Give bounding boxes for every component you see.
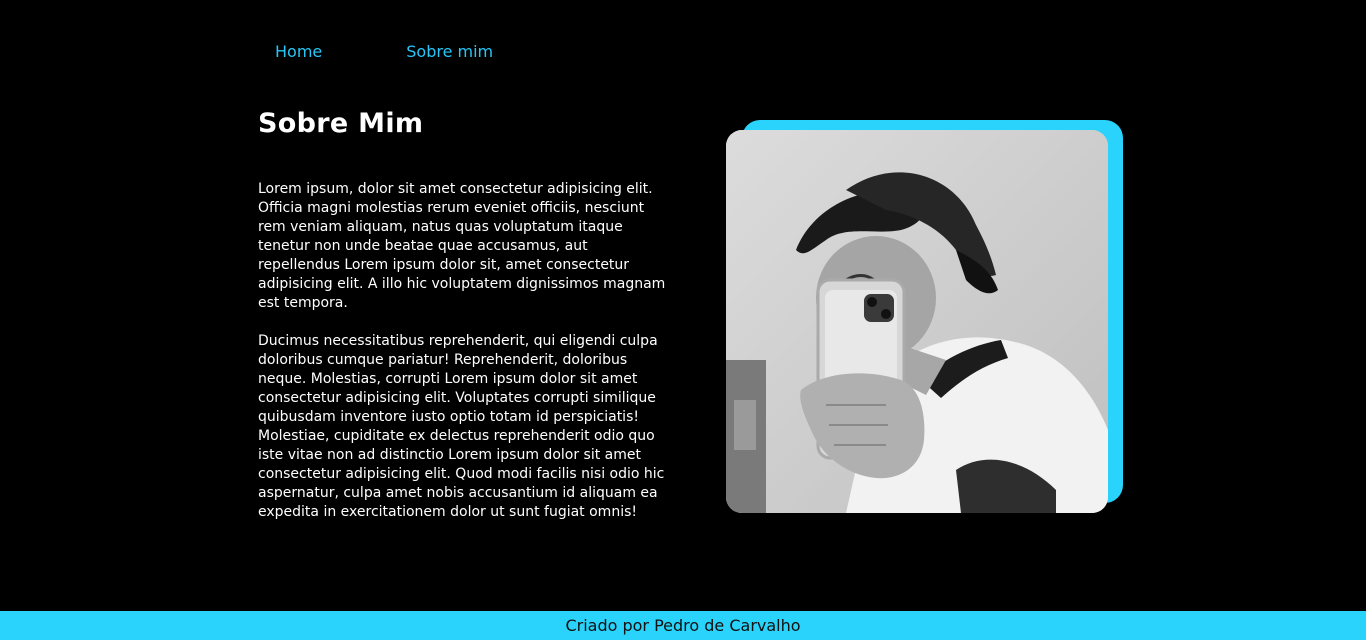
profile-photo-frame — [726, 120, 1123, 513]
page-title: Sobre Mim — [258, 108, 424, 139]
about-paragraph: Ducimus necessitatibus reprehenderit, qu… — [258, 333, 665, 520]
about-paragraph: Lorem ipsum, dolor sit amet consectetur … — [258, 181, 666, 311]
nav-link-sobre-mim[interactable]: Sobre mim — [406, 42, 493, 62]
footer-credit: Criado por Pedro de Carvalho — [565, 616, 801, 635]
profile-photo — [726, 130, 1108, 513]
nav-link-home[interactable]: Home — [275, 42, 322, 62]
footer: Criado por Pedro de Carvalho — [0, 611, 1366, 640]
top-nav: Home Sobre mim — [275, 42, 493, 62]
about-text: Lorem ipsum, dolor sit amet consectetur … — [258, 180, 670, 522]
